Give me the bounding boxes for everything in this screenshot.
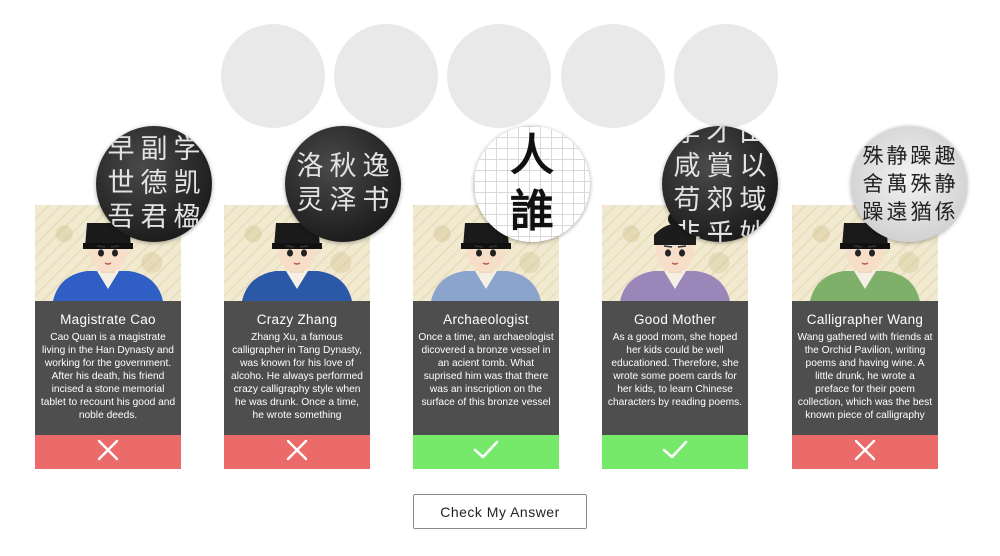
calligraphy-character: 信 (505, 240, 559, 242)
calligraphy-character: 妙 (739, 219, 767, 242)
calligraphy-character: 孝 (673, 126, 701, 148)
calligraphy-character: 遠 (886, 200, 908, 224)
calligraphy-character: 躁 (910, 144, 932, 168)
calligraphy-sample-2[interactable]: 洛秋逸灵泽书 (285, 126, 401, 242)
card-description-panel: Crazy Zhang Zhang Xu, a famous calligraph… (224, 301, 370, 435)
calligraphy-character: 灵 (296, 185, 324, 216)
character-description: Cao Quan is a magistrate living in the H… (40, 332, 176, 421)
character-name: Crazy Zhang (256, 312, 338, 327)
calligraphy-character: 君 (140, 202, 168, 233)
character-card[interactable]: Archaeologist Once a time, an archaeologi… (413, 205, 559, 469)
calligraphy-character: 世 (107, 168, 135, 199)
calligraphy-character: 萬 (886, 172, 908, 196)
check-icon (473, 440, 499, 464)
character-name: Magistrate Cao (60, 312, 156, 327)
calligraphy-sample-5[interactable]: 殊静躁趣舍萬殊静躁遠猶係 (851, 126, 967, 242)
answer-slots (0, 24, 1000, 130)
calligraphy-character: 殊 (862, 144, 884, 168)
check-icon (662, 440, 688, 464)
answer-slot-3[interactable] (447, 24, 551, 128)
character-description: Zhang Xu, a famous calligrapher in Tang … (231, 332, 363, 421)
calligraphy-character: 洛 (296, 151, 324, 182)
calligraphy-character: 苟 (673, 185, 701, 216)
calligraphy-character: 賞 (706, 151, 734, 182)
character-name: Good Mother (633, 312, 717, 327)
calligraphy-character: 以 (739, 151, 767, 182)
calligraphy-character: 人 (510, 130, 554, 181)
calligraphy-character: 舍 (862, 172, 884, 196)
calligraphy-character: 乎 (706, 219, 734, 242)
answer-slot-4[interactable] (561, 24, 665, 128)
calligraphy-sample-4[interactable]: 孝才田咸賞以苟郊域非乎妙 (662, 126, 778, 242)
answer-slot-1[interactable] (221, 24, 325, 128)
calligraphy-character: 躁 (862, 200, 884, 224)
calligraphy-character: 郊 (706, 185, 734, 216)
calligraphy-character: 田 (739, 126, 767, 148)
x-icon (286, 439, 308, 465)
calligraphy-character: 非 (673, 219, 701, 242)
calligraphy-glyphs: 潔人誰信 (474, 126, 590, 242)
character-name: Calligrapher Wang (806, 312, 924, 327)
calligraphy-character: 泽 (329, 185, 357, 216)
character-description: Wang gathered with friends at the Orchid… (797, 332, 933, 421)
answer-slot-2[interactable] (334, 24, 438, 128)
card-description-panel: Magistrate Cao Cao Quan is a magistrate l… (35, 301, 181, 435)
calligraphy-character: 逸 (362, 151, 390, 182)
calligraphy-character: 殊 (910, 172, 932, 196)
calligraphy-character: 静 (934, 172, 956, 196)
card-description-panel: Archaeologist Once a time, an archaeologi… (413, 301, 559, 435)
calligraphy-glyphs: 洛秋逸灵泽书 (285, 126, 401, 242)
calligraphy-character: 副 (140, 134, 168, 165)
calligraphy-character: 静 (886, 144, 908, 168)
correct-indicator (413, 435, 559, 469)
answer-slot-5[interactable] (674, 24, 778, 128)
character-description: As a good mom, she hoped her kids could … (607, 332, 743, 408)
calligraphy-character: 域 (739, 185, 767, 216)
calligraphy-character: 猶 (910, 200, 932, 224)
calligraphy-character: 德 (140, 168, 168, 199)
calligraphy-character: 係 (934, 200, 956, 224)
calligraphy-sample-1[interactable]: 早副学世德凯吾君楹 (96, 126, 212, 242)
character-description: Once a time, an archaeologist dicovered … (418, 332, 554, 408)
calligraphy-character: 咸 (673, 151, 701, 182)
character-name: Archaeologist (443, 312, 529, 327)
calligraphy-character: 秋 (329, 151, 357, 182)
correct-indicator (602, 435, 748, 469)
calligraphy-character: 楹 (173, 202, 201, 233)
calligraphy-character: 才 (706, 126, 734, 148)
calligraphy-character: 誰 (510, 186, 554, 237)
calligraphy-glyphs: 殊静躁趣舍萬殊静躁遠猶係 (851, 126, 967, 242)
calligraphy-glyphs: 早副学世德凯吾君楹 (96, 126, 212, 242)
calligraphy-glyphs: 孝才田咸賞以苟郊域非乎妙 (662, 126, 778, 242)
character-card[interactable]: Magistrate Cao Cao Quan is a magistrate l… (35, 205, 181, 469)
character-card[interactable]: Good Mother As a good mom, she hoped her … (602, 205, 748, 469)
calligraphy-sample-3[interactable]: 潔人誰信 (474, 126, 590, 242)
calligraphy-character: 学 (173, 134, 201, 165)
calligraphy-character: 吾 (107, 202, 135, 233)
incorrect-indicator (35, 435, 181, 469)
calligraphy-character: 凯 (173, 168, 201, 199)
x-icon (97, 439, 119, 465)
incorrect-indicator (792, 435, 938, 469)
card-description-panel: Good Mother As a good mom, she hoped her … (602, 301, 748, 435)
check-answer-button[interactable]: Check My Answer (413, 494, 587, 529)
character-card[interactable]: Crazy Zhang Zhang Xu, a famous calligraph… (224, 205, 370, 469)
incorrect-indicator (224, 435, 370, 469)
card-description-panel: Calligrapher Wang Wang gathered with frie… (792, 301, 938, 435)
x-icon (854, 439, 876, 465)
character-card[interactable]: Calligrapher Wang Wang gathered with frie… (792, 205, 938, 469)
calligraphy-character: 趣 (934, 144, 956, 168)
calligraphy-character: 书 (362, 185, 390, 216)
calligraphy-character: 早 (107, 134, 135, 165)
